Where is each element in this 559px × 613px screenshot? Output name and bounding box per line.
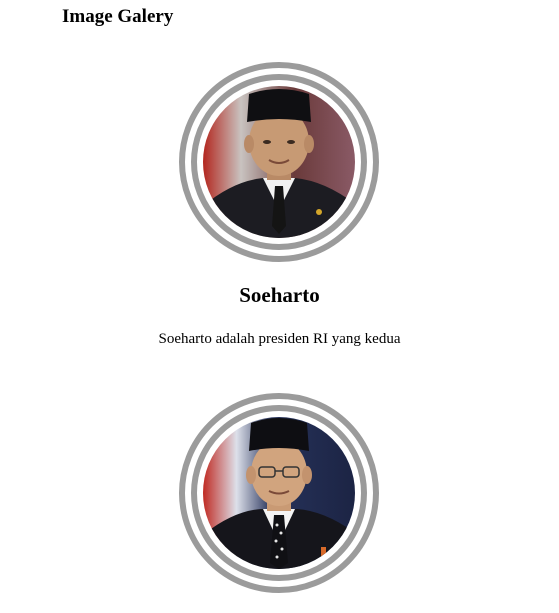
portrait-photo-soeharto <box>203 86 355 238</box>
page-title: Image Galery <box>62 6 174 27</box>
gallery-item-soeharto: Soeharto Soeharto adalah presiden RI yan… <box>0 62 559 347</box>
gallery-item-description: Soeharto adalah presiden RI yang kedua <box>158 331 401 347</box>
portrait-photo-habibie <box>203 417 355 569</box>
portrait-frame <box>179 393 379 593</box>
gallery-item-habibie <box>0 393 559 593</box>
portrait-frame <box>179 62 379 262</box>
gallery-item-name: Soeharto <box>239 283 320 307</box>
